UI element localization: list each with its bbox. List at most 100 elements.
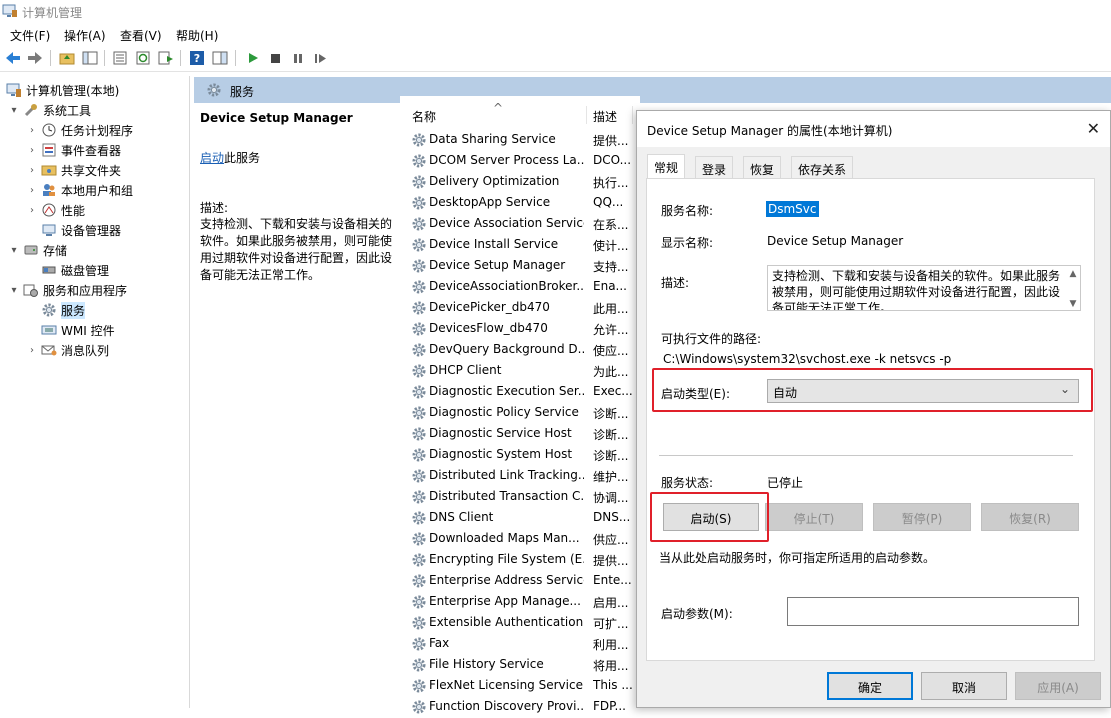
apply-button[interactable]: 应用(A) (1015, 672, 1101, 700)
show-hide-tree-icon[interactable] (81, 49, 99, 67)
pause-button[interactable]: 暂停(P) (873, 503, 971, 531)
description-scrollbar[interactable]: ▲ ▼ (1066, 266, 1080, 310)
table-row[interactable]: Extensible Authentication... 可扩... (400, 612, 640, 633)
table-row[interactable]: Downloaded Maps Man... 供应... (400, 528, 640, 549)
table-row[interactable]: Enterprise App Manage... 启用... (400, 591, 640, 612)
description-box[interactable]: 支持检测、下载和安装与设备相关的软件。如果此服务被禁用，则可能使用过期软件对设备… (767, 265, 1081, 311)
table-row[interactable]: Function Discovery Provi... FDP... (400, 696, 640, 717)
table-row[interactable]: DCOM Server Process La... DCO... (400, 150, 640, 171)
table-row[interactable]: Encrypting File System (E... 提供... (400, 549, 640, 570)
expand-right-icon[interactable]: › (26, 125, 38, 136)
service-desc-cell: 提供... (593, 554, 629, 568)
tree-item[interactable]: › 本地用户和组 (26, 180, 133, 200)
start-service-link[interactable]: 启动 (200, 151, 224, 165)
tree-item[interactable]: 服务 (26, 300, 86, 320)
back-arrow-icon[interactable] (4, 49, 22, 67)
tree-item[interactable]: WMI 控件 (26, 320, 115, 340)
scroll-down-icon[interactable]: ▼ (1066, 296, 1080, 310)
expand-right-icon[interactable]: › (26, 145, 38, 156)
table-row[interactable]: Device Setup Manager 支持... (400, 255, 640, 276)
restart-icon[interactable] (312, 49, 330, 67)
table-row[interactable]: DesktopApp Service QQ... (400, 192, 640, 213)
forward-arrow-icon[interactable] (26, 49, 44, 67)
table-row[interactable]: DeviceAssociationBroker... Ena... (400, 276, 640, 297)
display-name-value[interactable]: Device Setup Manager (767, 234, 903, 248)
tree-item[interactable]: 磁盘管理 (26, 260, 109, 280)
table-row[interactable]: Distributed Link Tracking... 维护... (400, 465, 640, 486)
menu-file[interactable]: 文件(F) (10, 27, 50, 44)
tab-general[interactable]: 常规 (647, 154, 686, 179)
menu-help[interactable]: 帮助(H) (176, 27, 218, 44)
tree-item[interactable]: ▾ 服务和应用程序 (8, 280, 127, 300)
table-row[interactable]: Diagnostic Policy Service 诊断... (400, 402, 640, 423)
tree-item[interactable]: ▾ 存储 (8, 240, 67, 260)
tab-dependencies[interactable]: 依存关系 (791, 156, 854, 178)
tree-item[interactable]: › 性能 (26, 200, 85, 220)
scroll-up-icon[interactable]: ▲ (1066, 266, 1080, 282)
stop-icon[interactable] (266, 49, 284, 67)
executable-path-value[interactable]: C:\Windows\system32\svchost.exe -k netsv… (663, 352, 951, 366)
cancel-button[interactable]: 取消 (921, 672, 1007, 700)
table-row[interactable]: File History Service 将用... (400, 654, 640, 675)
table-row[interactable]: Data Sharing Service 提供... (400, 129, 640, 150)
start-params-input[interactable] (787, 597, 1079, 626)
service-desc-cell: FDP... (593, 699, 626, 713)
refresh-icon[interactable] (134, 49, 152, 67)
expand-down-icon[interactable]: ▾ (8, 105, 20, 116)
menu-view[interactable]: 查看(V) (120, 27, 162, 44)
export-list-icon[interactable] (157, 49, 175, 67)
service-name-value[interactable]: DsmSvc (766, 201, 819, 217)
table-row[interactable]: Distributed Transaction C... 协调... (400, 486, 640, 507)
tree-item[interactable]: ▾ 系统工具 (8, 100, 91, 120)
up-folder-icon[interactable] (58, 49, 76, 67)
tree-item[interactable]: › 事件查看器 (26, 140, 121, 160)
column-divider[interactable] (632, 106, 633, 124)
table-row[interactable]: DevQuery Background D... 使应... (400, 339, 640, 360)
expand-right-icon[interactable]: › (26, 345, 38, 356)
column-header-name[interactable]: 名称 (412, 108, 436, 125)
menu-action[interactable]: 操作(A) (64, 27, 106, 44)
table-row[interactable]: Fax 利用... (400, 633, 640, 654)
column-divider[interactable] (586, 106, 587, 124)
table-row[interactable]: Diagnostic Execution Ser... Exec... (400, 381, 640, 402)
tree-item[interactable]: 计算机管理(本地) (6, 80, 119, 100)
table-row[interactable]: Delivery Optimization 执行... (400, 171, 640, 192)
table-row[interactable]: DevicePicker_db470 此用... (400, 297, 640, 318)
highlight-startup-type (652, 368, 1093, 412)
table-row[interactable]: DNS Client DNS... (400, 507, 640, 528)
table-row[interactable]: Device Association Service 在系... (400, 213, 640, 234)
service-desc-cell: This ... (593, 678, 633, 692)
tab-logon[interactable]: 登录 (695, 156, 734, 178)
table-row[interactable]: Enterprise Address Service Ente... (400, 570, 640, 591)
table-row[interactable]: FlexNet Licensing Service This ... (400, 675, 640, 696)
table-row[interactable]: Diagnostic System Host 诊断... (400, 444, 640, 465)
help-icon[interactable]: ? (188, 49, 206, 67)
tab-recovery[interactable]: 恢复 (743, 156, 782, 178)
column-header-description[interactable]: 描述 (593, 108, 617, 125)
expand-right-icon[interactable]: › (26, 165, 38, 176)
tree-item-label: 计算机管理(本地) (26, 83, 120, 98)
stop-button[interactable]: 停止(T) (765, 503, 863, 531)
expand-right-icon[interactable]: › (26, 205, 38, 216)
properties-sheet-icon[interactable] (111, 49, 129, 67)
table-row[interactable]: Device Install Service 使计... (400, 234, 640, 255)
expand-right-icon[interactable]: › (26, 185, 38, 196)
tree-item-label: 本地用户和组 (61, 183, 134, 198)
expand-down-icon[interactable]: ▾ (8, 285, 20, 296)
resume-button[interactable]: 恢复(R) (981, 503, 1079, 531)
table-row[interactable]: DHCP Client 为此... (400, 360, 640, 381)
table-row[interactable]: Diagnostic Service Host 诊断... (400, 423, 640, 444)
ok-button[interactable]: 确定 (827, 672, 913, 700)
service-name-cell: Downloaded Maps Man... (429, 531, 580, 545)
expand-down-icon[interactable]: ▾ (8, 245, 20, 256)
tree-item[interactable]: › 共享文件夹 (26, 160, 121, 180)
pause-icon[interactable] (289, 49, 307, 67)
tree-item[interactable]: 设备管理器 (26, 220, 121, 240)
play-icon[interactable] (244, 49, 262, 67)
tree-item[interactable]: › 消息队列 (26, 340, 109, 360)
service-name-cell: Data Sharing Service (429, 132, 556, 146)
tree-item[interactable]: › 任务计划程序 (26, 120, 133, 140)
close-icon[interactable]: ✕ (1087, 119, 1100, 138)
show-action-pane-icon[interactable] (211, 49, 229, 67)
table-row[interactable]: DevicesFlow_db470 允许... (400, 318, 640, 339)
